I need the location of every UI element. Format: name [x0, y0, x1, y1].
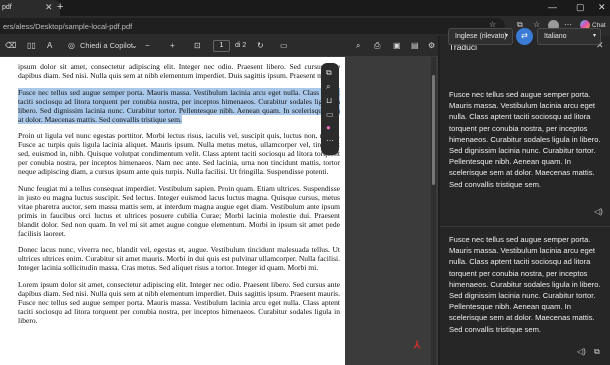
pdf-paragraph: Proin ut ligula vel nunc egestas porttit… — [18, 131, 340, 177]
speaker-icon[interactable]: ◁) — [577, 347, 586, 356]
translation-result: Fusce nec tellus sed augue semper porta.… — [449, 235, 601, 334]
source-language: Inglese (rilevato) — [455, 33, 507, 40]
scrollbar-thumb[interactable] — [432, 75, 435, 185]
zoom-out-icon[interactable]: − — [145, 41, 150, 50]
address-bar[interactable]: ers/aless/Desktop/sample-local-pdf.pdf — [0, 18, 505, 34]
close-window-button[interactable]: ✕ — [598, 2, 606, 13]
pdf-paragraph: Nunc feugiat mi a tellus consequat imper… — [18, 183, 340, 238]
tab-title: pdf — [2, 4, 12, 11]
pdf-page: ipsum dolor sit amet, consectetur adipis… — [0, 57, 345, 365]
swap-languages-button[interactable]: ⇄ — [516, 28, 533, 45]
tab-bar: pdf ✕ + — ▢ ✕ — [0, 0, 610, 16]
more-icon[interactable]: ⋯ — [326, 136, 334, 145]
acrobat-icon[interactable]: ⅄ — [414, 340, 420, 351]
search-icon[interactable]: ⌕ — [356, 41, 360, 51]
fit-page-icon[interactable]: ⊡ — [194, 41, 201, 50]
maximize-button[interactable]: ▢ — [576, 2, 585, 13]
two-page-icon[interactable]: ▭ — [280, 41, 288, 50]
ask-copilot-button[interactable]: Chiedi a Copilot — [80, 41, 133, 50]
page-view-icon[interactable]: ▯▯ — [27, 41, 36, 50]
minimize-button[interactable]: — — [548, 2, 557, 12]
copy-icon[interactable]: ⧉ — [594, 347, 600, 357]
pdf-paragraph: Lorem ipsum dolor sit amet, consectetur … — [18, 280, 340, 325]
selection-toolbar: ⧉ ⌕ ⊔ ▭ ● ⋯ — [321, 63, 339, 155]
source-language-select[interactable]: Inglese (rilevato) ▾ — [448, 28, 513, 45]
pdf-toolbar: ⌫ ▯▯ A ◎ Chiedi a Copilot ⌄ − + ⊡ 1 di 2… — [0, 36, 438, 57]
target-language: Italiano — [544, 33, 567, 40]
pdf-paragraph: ipsum dolor sit amet, consectetur adipis… — [18, 62, 340, 80]
page-total: di 2 — [235, 42, 247, 49]
copy-icon[interactable]: ⧉ — [326, 68, 332, 78]
save-icon[interactable]: ▣ — [393, 41, 401, 50]
speaker-icon[interactable]: ◁) — [594, 207, 603, 216]
settings-icon[interactable]: ⚙ — [428, 41, 435, 50]
page-number-input[interactable]: 1 — [213, 40, 230, 52]
zoom-in-icon[interactable]: + — [170, 41, 175, 50]
comment-icon[interactable]: ▭ — [326, 110, 334, 119]
selected-text[interactable]: Fusce nec tellus sed augue semper porta.… — [18, 87, 340, 124]
copilot-icon[interactable]: ● — [326, 123, 331, 132]
new-tab-button[interactable]: + — [57, 1, 63, 13]
print-icon[interactable]: ⎙ — [374, 41, 380, 51]
shopping-icon[interactable]: ⊔ — [326, 96, 332, 105]
search-icon[interactable]: ⌕ — [326, 82, 330, 92]
target-language-select[interactable]: Italiano ▾ — [537, 28, 601, 45]
pdf-paragraph: Donec lacus nunc, viverra nec, blandit v… — [18, 245, 340, 273]
panel-divider — [440, 226, 610, 227]
chevron-down-icon: ▾ — [593, 33, 597, 39]
pdf-viewer: ipsum dolor sit amet, consectetur adipis… — [0, 57, 438, 365]
copilot-small-icon[interactable]: ◎ — [68, 41, 75, 50]
translation-result: Fusce nec tellus sed augue semper porta.… — [449, 90, 601, 189]
eraser-icon[interactable]: ⌫ — [5, 41, 16, 50]
rotate-icon[interactable]: ↻ — [257, 41, 264, 50]
pdf-paragraph-selected[interactable]: Fusce nec tellus sed augue semper porta.… — [18, 87, 340, 125]
chevron-down-icon: ▾ — [505, 33, 509, 39]
browser-tab[interactable]: pdf ✕ — [0, 0, 60, 16]
save-as-icon[interactable]: ▤ — [411, 41, 419, 50]
tab-close-icon[interactable]: ✕ — [45, 2, 53, 13]
chevron-down-icon[interactable]: ⌄ — [131, 41, 138, 50]
address-text: ers/aless/Desktop/sample-local-pdf.pdf — [3, 22, 133, 31]
read-aloud-icon[interactable]: A — [47, 41, 52, 50]
